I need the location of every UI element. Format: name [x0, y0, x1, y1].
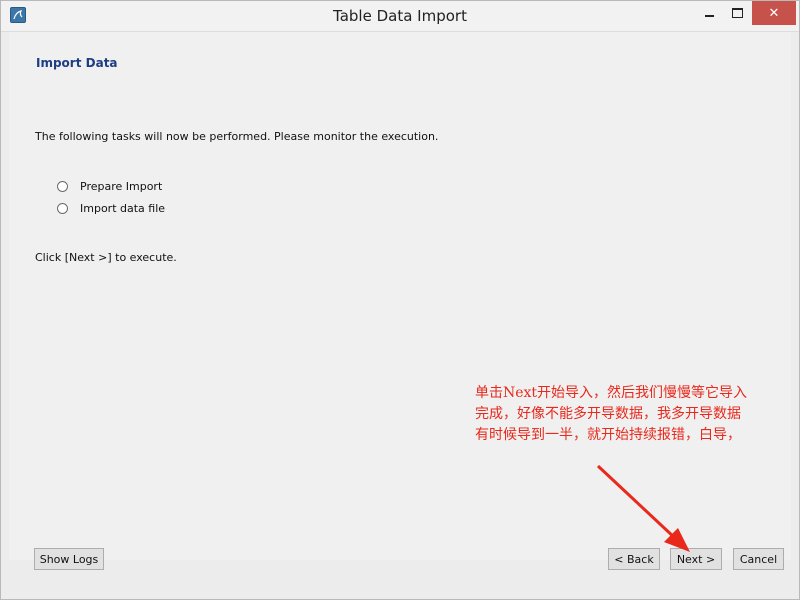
- cancel-button[interactable]: Cancel: [733, 548, 784, 570]
- maximize-icon: [731, 8, 743, 18]
- next-button[interactable]: Next >: [670, 548, 722, 570]
- maximize-button[interactable]: [723, 1, 751, 25]
- task-description: The following tasks will now be performe…: [35, 130, 439, 143]
- task-label: Import data file: [80, 201, 166, 215]
- annotation-line: 有时候导到一半，就开始持续报错，白导，: [475, 427, 741, 443]
- show-logs-button[interactable]: Show Logs: [34, 548, 104, 570]
- window-title: Table Data Import: [333, 7, 467, 25]
- annotation-line: 完成，好像不能多开导数据，我多开导数据: [475, 406, 741, 422]
- task-item-import-data-file: Import data file: [57, 200, 165, 216]
- red-annotation-text: 单击Next开始导入，然后我们慢慢等它导入 完成，好像不能多开导数据，我多开导数…: [475, 383, 785, 446]
- back-button[interactable]: < Back: [608, 548, 660, 570]
- task-status-icon: [57, 180, 68, 192]
- minimize-button[interactable]: [695, 1, 723, 25]
- wizard-content: Import Data The following tasks will now…: [9, 32, 791, 560]
- task-status-icon: [57, 202, 68, 214]
- execute-hint: Click [Next >] to execute.: [35, 251, 177, 264]
- task-item-prepare-import: Prepare Import: [57, 178, 162, 194]
- close-icon: ✕: [768, 5, 780, 21]
- task-label: Prepare Import: [80, 179, 163, 193]
- title-bar[interactable]: Table Data Import ✕: [1, 1, 799, 32]
- page-heading: Import Data: [36, 56, 118, 70]
- close-button[interactable]: ✕: [752, 1, 796, 25]
- import-wizard-window: Table Data Import ✕ Import Data The foll…: [0, 0, 800, 600]
- minimize-icon: [704, 15, 714, 17]
- annotation-line: 单击Next开始导入，然后我们慢慢等它导入: [475, 385, 748, 401]
